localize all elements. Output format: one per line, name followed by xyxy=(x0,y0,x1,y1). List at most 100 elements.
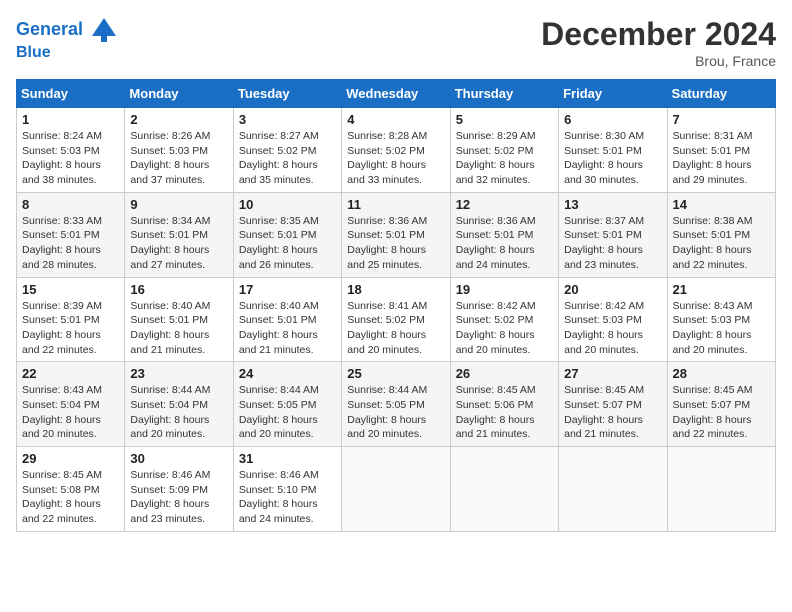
day-number: 30 xyxy=(130,451,227,466)
weekday-header-sunday: Sunday xyxy=(17,80,125,108)
calendar-cell: 20 Sunrise: 8:42 AMSunset: 5:03 PMDayligh… xyxy=(559,277,667,362)
day-number: 28 xyxy=(673,366,770,381)
day-number: 19 xyxy=(456,282,553,297)
weekday-header-wednesday: Wednesday xyxy=(342,80,450,108)
day-number: 18 xyxy=(347,282,444,297)
calendar-cell: 19Sunrise: 8:42 AMSunset: 5:02 PMDayligh… xyxy=(450,277,558,362)
day-info: Sunrise: 8:44 AMSunset: 5:05 PMDaylight:… xyxy=(347,383,444,442)
calendar-cell: 30Sunrise: 8:46 AMSunset: 5:09 PMDayligh… xyxy=(125,447,233,532)
day-number: 22 xyxy=(22,366,119,381)
calendar-cell xyxy=(450,447,558,532)
calendar-cell: 3Sunrise: 8:27 AMSunset: 5:02 PMDaylight… xyxy=(233,108,341,193)
calendar-cell: 1Sunrise: 8:24 AMSunset: 5:03 PMDaylight… xyxy=(17,108,125,193)
calendar-cell: 8 Sunrise: 8:33 AMSunset: 5:01 PMDaylight… xyxy=(17,192,125,277)
day-number: 29 xyxy=(22,451,119,466)
weekday-header-saturday: Saturday xyxy=(667,80,775,108)
day-info: Sunrise: 8:45 AMSunset: 5:08 PMDaylight:… xyxy=(22,468,119,527)
day-number: 8 xyxy=(22,197,119,212)
day-info: Sunrise: 8:37 AMSunset: 5:01 PMDaylight:… xyxy=(564,214,661,273)
day-number: 11 xyxy=(347,197,444,212)
day-info: Sunrise: 8:35 AMSunset: 5:01 PMDaylight:… xyxy=(239,214,336,273)
day-info: Sunrise: 8:45 AMSunset: 5:06 PMDaylight:… xyxy=(456,383,553,442)
calendar-cell: 16 Sunrise: 8:40 AMSunset: 5:01 PMDayligh… xyxy=(125,277,233,362)
weekday-header-friday: Friday xyxy=(559,80,667,108)
day-number: 25 xyxy=(347,366,444,381)
day-number: 5 xyxy=(456,112,553,127)
day-number: 10 xyxy=(239,197,336,212)
calendar-week-row: 22 Sunrise: 8:43 AMSunset: 5:04 PMDayligh… xyxy=(17,362,776,447)
calendar-cell: 18 Sunrise: 8:41 AMSunset: 5:02 PMDayligh… xyxy=(342,277,450,362)
day-info: Sunrise: 8:44 AMSunset: 5:04 PMDaylight:… xyxy=(130,383,227,442)
day-number: 23 xyxy=(130,366,227,381)
day-info: Sunrise: 8:27 AMSunset: 5:02 PMDaylight:… xyxy=(239,129,336,188)
calendar-cell: 29 Sunrise: 8:45 AMSunset: 5:08 PMDayligh… xyxy=(17,447,125,532)
day-info: Sunrise: 8:40 AMSunset: 5:01 PMDaylight:… xyxy=(239,299,336,358)
day-info: Sunrise: 8:30 AMSunset: 5:01 PMDaylight:… xyxy=(564,129,661,188)
day-number: 31 xyxy=(239,451,336,466)
month-title: December 2024 xyxy=(541,16,776,53)
calendar-cell: 27 Sunrise: 8:45 AMSunset: 5:07 PMDayligh… xyxy=(559,362,667,447)
day-number: 2 xyxy=(130,112,227,127)
day-number: 7 xyxy=(673,112,770,127)
day-info: Sunrise: 8:45 AMSunset: 5:07 PMDaylight:… xyxy=(673,383,770,442)
calendar-cell xyxy=(667,447,775,532)
day-info: Sunrise: 8:45 AMSunset: 5:07 PMDaylight:… xyxy=(564,383,661,442)
day-info: Sunrise: 8:42 AMSunset: 5:03 PMDaylight:… xyxy=(564,299,661,358)
calendar-cell: 13 Sunrise: 8:37 AMSunset: 5:01 PMDayligh… xyxy=(559,192,667,277)
day-info: Sunrise: 8:36 AMSunset: 5:01 PMDaylight:… xyxy=(456,214,553,273)
calendar-cell: 5 Sunrise: 8:29 AMSunset: 5:02 PMDaylight… xyxy=(450,108,558,193)
day-info: Sunrise: 8:31 AMSunset: 5:01 PMDaylight:… xyxy=(673,129,770,188)
logo: General Blue xyxy=(16,16,118,62)
calendar-cell: 10 Sunrise: 8:35 AMSunset: 5:01 PMDayligh… xyxy=(233,192,341,277)
calendar-cell: 15 Sunrise: 8:39 AMSunset: 5:01 PMDayligh… xyxy=(17,277,125,362)
day-info: Sunrise: 8:28 AMSunset: 5:02 PMDaylight:… xyxy=(347,129,444,188)
day-info: Sunrise: 8:36 AMSunset: 5:01 PMDaylight:… xyxy=(347,214,444,273)
day-info: Sunrise: 8:24 AMSunset: 5:03 PMDaylight:… xyxy=(22,129,119,188)
calendar-cell: 23 Sunrise: 8:44 AMSunset: 5:04 PMDayligh… xyxy=(125,362,233,447)
day-number: 20 xyxy=(564,282,661,297)
calendar-week-row: 8 Sunrise: 8:33 AMSunset: 5:01 PMDaylight… xyxy=(17,192,776,277)
day-number: 17 xyxy=(239,282,336,297)
day-info: Sunrise: 8:46 AMSunset: 5:10 PMDaylight:… xyxy=(239,468,336,527)
day-info: Sunrise: 8:44 AMSunset: 5:05 PMDaylight:… xyxy=(239,383,336,442)
day-info: Sunrise: 8:41 AMSunset: 5:02 PMDaylight:… xyxy=(347,299,444,358)
day-info: Sunrise: 8:40 AMSunset: 5:01 PMDaylight:… xyxy=(130,299,227,358)
calendar-week-row: 15 Sunrise: 8:39 AMSunset: 5:01 PMDayligh… xyxy=(17,277,776,362)
day-number: 12 xyxy=(456,197,553,212)
calendar-cell: 11 Sunrise: 8:36 AMSunset: 5:01 PMDayligh… xyxy=(342,192,450,277)
calendar-cell: 6 Sunrise: 8:30 AMSunset: 5:01 PMDaylight… xyxy=(559,108,667,193)
logo-text-blue: Blue xyxy=(16,44,118,62)
calendar-cell xyxy=(342,447,450,532)
day-info: Sunrise: 8:34 AMSunset: 5:01 PMDaylight:… xyxy=(130,214,227,273)
day-number: 15 xyxy=(22,282,119,297)
location: Brou, France xyxy=(541,53,776,69)
calendar-cell xyxy=(559,447,667,532)
day-number: 24 xyxy=(239,366,336,381)
calendar-cell: 17 Sunrise: 8:40 AMSunset: 5:01 PMDayligh… xyxy=(233,277,341,362)
calendar-cell: 31 Sunrise: 8:46 AMSunset: 5:10 PMDayligh… xyxy=(233,447,341,532)
day-info: Sunrise: 8:33 AMSunset: 5:01 PMDaylight:… xyxy=(22,214,119,273)
day-info: Sunrise: 8:29 AMSunset: 5:02 PMDaylight:… xyxy=(456,129,553,188)
day-number: 13 xyxy=(564,197,661,212)
day-number: 9 xyxy=(130,197,227,212)
weekday-header-thursday: Thursday xyxy=(450,80,558,108)
calendar-cell: 28 Sunrise: 8:45 AMSunset: 5:07 PMDayligh… xyxy=(667,362,775,447)
calendar-cell: 9 Sunrise: 8:34 AMSunset: 5:01 PMDaylight… xyxy=(125,192,233,277)
calendar-week-row: 1Sunrise: 8:24 AMSunset: 5:03 PMDaylight… xyxy=(17,108,776,193)
day-number: 14 xyxy=(673,197,770,212)
day-number: 6 xyxy=(564,112,661,127)
calendar-header-row: SundayMondayTuesdayWednesdayThursdayFrid… xyxy=(17,80,776,108)
calendar-cell: 4 Sunrise: 8:28 AMSunset: 5:02 PMDaylight… xyxy=(342,108,450,193)
day-info: Sunrise: 8:26 AMSunset: 5:03 PMDaylight:… xyxy=(130,129,227,188)
day-number: 21 xyxy=(673,282,770,297)
day-number: 16 xyxy=(130,282,227,297)
calendar-table: SundayMondayTuesdayWednesdayThursdayFrid… xyxy=(16,79,776,532)
day-number: 27 xyxy=(564,366,661,381)
day-info: Sunrise: 8:38 AMSunset: 5:01 PMDaylight:… xyxy=(673,214,770,273)
day-info: Sunrise: 8:39 AMSunset: 5:01 PMDaylight:… xyxy=(22,299,119,358)
calendar-cell: 21Sunrise: 8:43 AMSunset: 5:03 PMDayligh… xyxy=(667,277,775,362)
day-info: Sunrise: 8:43 AMSunset: 5:04 PMDaylight:… xyxy=(22,383,119,442)
day-number: 4 xyxy=(347,112,444,127)
day-number: 26 xyxy=(456,366,553,381)
weekday-header-monday: Monday xyxy=(125,80,233,108)
